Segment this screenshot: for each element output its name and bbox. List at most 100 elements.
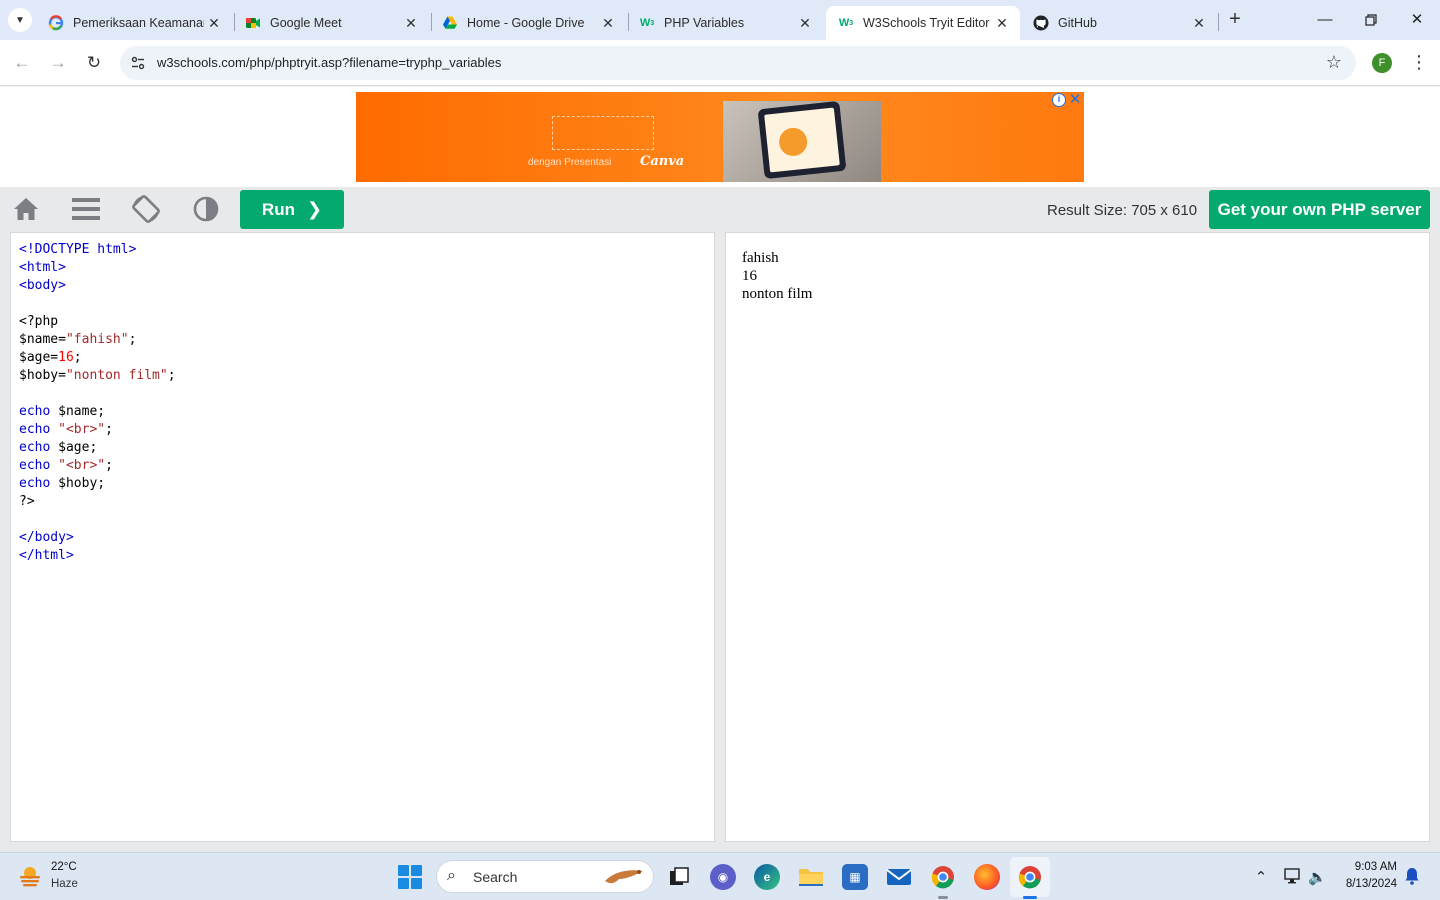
menu-button[interactable]	[71, 194, 101, 224]
code-line[interactable]: <!DOCTYPE html>	[19, 241, 706, 259]
close-icon[interactable]: ✕	[401, 15, 421, 32]
code-token: $hoby=	[19, 368, 66, 383]
code-line[interactable]: <?php	[19, 313, 706, 331]
forward-button[interactable]: →	[47, 52, 69, 74]
tab-google-meet[interactable]: Google Meet ✕	[233, 6, 429, 40]
code-line[interactable]	[19, 295, 706, 313]
code-token: ;	[105, 458, 113, 473]
edge-icon[interactable]: e	[754, 864, 780, 890]
chrome-glyph	[1018, 866, 1041, 889]
tab-search-button[interactable]: ▼	[8, 8, 32, 32]
ad-brand: Canva	[640, 154, 685, 169]
close-icon[interactable]: ✕	[992, 15, 1012, 32]
close-icon[interactable]: ✕	[795, 15, 815, 32]
chevron-down-icon: ▼	[15, 14, 25, 26]
tab-w3schools-tryit-editor[interactable]: W3 W3Schools Tryit Editor ✕	[826, 6, 1020, 40]
code-token: echo	[19, 440, 51, 455]
chrome-profile-icon[interactable]	[930, 864, 956, 890]
result-size-label: Result Size: 705 x 610	[1047, 202, 1198, 219]
github-icon	[1033, 15, 1049, 31]
search-highlight-bird-icon	[605, 870, 643, 884]
ad-close-icon[interactable]: ✕	[1068, 90, 1082, 108]
w3schools-icon: W3	[838, 17, 854, 29]
network-icon[interactable]	[1284, 868, 1302, 888]
restore-button[interactable]	[1359, 8, 1383, 32]
mail-icon[interactable]	[886, 864, 912, 890]
code-token: </html>	[19, 548, 74, 563]
code-token: <body>	[19, 278, 66, 293]
advertisement-banner[interactable]: dengan Presentasi Canva	[356, 92, 1084, 182]
reload-button[interactable]: ↻	[83, 52, 105, 74]
code-line[interactable]: echo $hoby;	[19, 475, 706, 493]
arrow-right-icon: →	[49, 53, 67, 72]
tab-github[interactable]: GitHub ✕	[1021, 6, 1217, 40]
clock-date[interactable]: 8/13/2024	[1341, 878, 1397, 890]
code-line[interactable]: <body>	[19, 277, 706, 295]
code-line[interactable]	[19, 385, 706, 403]
code-token: $age;	[50, 440, 98, 455]
bookmark-star-icon[interactable]: ☆	[1326, 52, 1342, 73]
code-line[interactable]: <html>	[19, 259, 706, 277]
tab-title: Pemeriksaan Keamanan	[73, 16, 204, 30]
microsoft-store-icon[interactable]: ▦	[842, 864, 868, 890]
code-line[interactable]: </body>	[19, 529, 706, 547]
ad-info-icon[interactable]: i	[1052, 93, 1066, 107]
notification-bell-icon[interactable]	[1404, 867, 1420, 885]
code-line[interactable]: echo $age;	[19, 439, 706, 457]
get-php-server-button[interactable]: Get your own PHP server	[1209, 190, 1430, 229]
tab-pemeriksaan-keamanan[interactable]: Pemeriksaan Keamanan ✕	[36, 6, 232, 40]
browser-menu-icon[interactable]: ⋮	[1410, 52, 1428, 73]
home-button[interactable]	[11, 194, 41, 224]
volume-icon[interactable]: 🔈	[1308, 868, 1327, 886]
code-token: <html>	[19, 260, 66, 275]
code-token: echo	[19, 458, 51, 473]
code-line[interactable]: </html>	[19, 547, 706, 565]
chrome-active-icon[interactable]	[1017, 864, 1043, 890]
code-line[interactable]: $name="fahish";	[19, 331, 706, 349]
start-button[interactable]	[398, 865, 422, 889]
page-content: dengan Presentasi Canva i ✕ Run ❯ Result…	[0, 87, 1440, 852]
theme-toggle-button[interactable]	[191, 194, 221, 224]
code-line[interactable]: $age=16;	[19, 349, 706, 367]
teams-chat-icon[interactable]: ◉	[710, 864, 736, 890]
run-button[interactable]: Run ❯	[240, 190, 344, 229]
firefox-icon[interactable]	[974, 864, 1000, 890]
tab-google-drive[interactable]: Home - Google Drive ✕	[430, 6, 626, 40]
close-icon[interactable]: ✕	[204, 15, 224, 32]
weather-haze-icon[interactable]	[18, 864, 42, 888]
folder-glyph	[799, 869, 823, 886]
code-line[interactable]: echo "<br>";	[19, 421, 706, 439]
code-line[interactable]	[19, 511, 706, 529]
show-hidden-icons-chevron-icon[interactable]: ⌃	[1252, 868, 1270, 886]
file-explorer-icon[interactable]	[798, 864, 824, 890]
code-line[interactable]: echo $name;	[19, 403, 706, 421]
address-bar[interactable]: w3schools.com/php/phptryit.asp?filename=…	[120, 46, 1356, 80]
tab-title: Home - Google Drive	[467, 16, 585, 30]
task-view-icon[interactable]	[666, 864, 692, 890]
taskbar-search[interactable]: ⌕ Search	[436, 860, 654, 893]
google-drive-icon	[442, 15, 458, 31]
close-icon[interactable]: ✕	[598, 15, 618, 32]
close-icon: ✕	[1410, 11, 1424, 28]
weather-temperature[interactable]: 22°C	[51, 861, 77, 873]
new-tab-button[interactable]: +	[1224, 9, 1246, 31]
mail-glyph	[886, 869, 912, 885]
ad-tagline: dengan Presentasi	[528, 157, 612, 168]
close-window-button[interactable]: ✕	[1405, 8, 1429, 32]
code-line[interactable]: ?>	[19, 493, 706, 511]
code-editor[interactable]: <!DOCTYPE html> <html> <body> <?php $name="f…	[10, 232, 715, 842]
code-text[interactable]: <!DOCTYPE html> <html> <body> <?php $name="f…	[19, 241, 706, 565]
code-token: echo	[19, 404, 51, 419]
minimize-button[interactable]: —	[1313, 8, 1337, 32]
clock-time[interactable]: 9:03 AM	[1341, 861, 1397, 873]
close-icon[interactable]: ✕	[1189, 15, 1209, 32]
weather-description[interactable]: Haze	[51, 878, 78, 890]
code-line[interactable]: $hoby="nonton film";	[19, 367, 706, 385]
profile-avatar[interactable]: F	[1372, 53, 1392, 73]
ad-placeholder-box	[552, 116, 654, 150]
tab-php-variables[interactable]: W3 PHP Variables ✕	[627, 6, 823, 40]
rotate-layout-button[interactable]	[131, 194, 161, 224]
back-button[interactable]: ←	[11, 52, 33, 74]
code-line[interactable]: echo "<br>";	[19, 457, 706, 475]
